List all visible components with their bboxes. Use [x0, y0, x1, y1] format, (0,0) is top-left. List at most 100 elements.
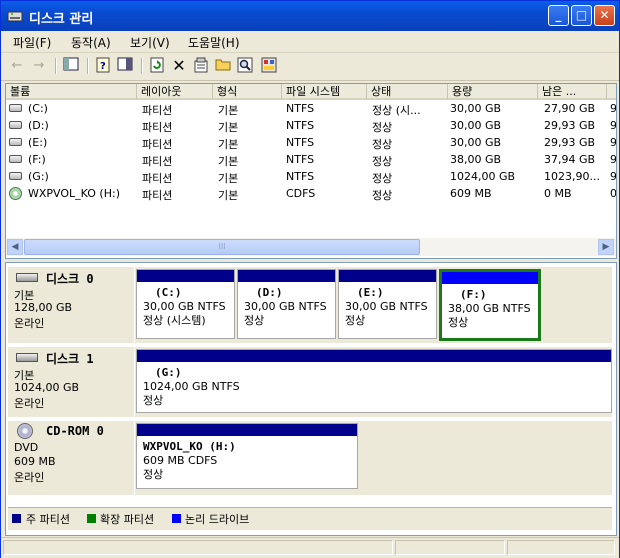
volume-g[interactable]: (G:) 1024,00 GB NTFS 정상	[136, 349, 612, 413]
volume-details: (E:) 30,00 GB NTFS 정상	[345, 286, 434, 328]
partition-bar	[137, 270, 234, 282]
scroll-thumb[interactable]: III	[24, 239, 420, 255]
volume-label: (C:)	[155, 286, 182, 299]
volume-label: WXPVOL_KO (H:)	[143, 440, 236, 453]
status-cell-tertiary	[507, 540, 615, 555]
help-icon[interactable]: ?	[93, 57, 113, 75]
cell-filesystem: NTFS	[286, 170, 315, 183]
column-header-free-space[interactable]: 남은 ...	[538, 84, 607, 100]
cell-status: 정상	[372, 172, 393, 185]
disk-graphical-view: 디스크 0 기본 128,00 GB 온라인 (C:) 30,00 GB NTF…	[5, 262, 617, 536]
disk-state: 온라인	[14, 397, 45, 410]
cell-capacity: 38,00 GB	[450, 153, 502, 166]
back-arrow-icon[interactable]: ←	[7, 57, 27, 75]
title-bar[interactable]: 디스크 관리 _ □ ✕	[1, 1, 619, 31]
close-button[interactable]: ✕	[594, 5, 615, 26]
menu-view[interactable]: 보기(V)	[130, 34, 170, 51]
cell-type: 기본	[218, 189, 239, 202]
volume-h[interactable]: WXPVOL_KO (H:) 609 MB CDFS 정상	[136, 423, 358, 489]
cell-layout: 파티션	[142, 138, 173, 151]
scroll-left-button[interactable]: ◀	[7, 239, 23, 255]
disk-info-panel[interactable]: 디스크 1 기본 1024,00 GB 온라인	[8, 347, 135, 417]
cell-capacity: 30,00 GB	[450, 119, 502, 132]
legend-swatch-extended	[87, 514, 96, 523]
column-header-filesystem[interactable]: 파일 시스템	[282, 84, 367, 100]
cell-volume: (D:)	[28, 119, 49, 132]
volume-details: (F:) 38,00 GB NTFS 정상	[448, 288, 536, 330]
menu-help[interactable]: 도움말(H)	[188, 34, 240, 51]
disk-row-0: 디스크 0 기본 128,00 GB 온라인 (C:) 30,00 GB NTF…	[8, 267, 612, 343]
column-header-overflow[interactable]	[607, 84, 616, 100]
volume-size-fs: 30,00 GB NTFS	[345, 300, 428, 313]
legend-swatch-logical	[172, 514, 181, 523]
volume-e[interactable]: (E:) 30,00 GB NTFS 정상	[338, 269, 437, 339]
column-header-status[interactable]: 상태	[367, 84, 448, 100]
volume-status: 정상 (시스템)	[143, 314, 206, 327]
cell-status: 정상 (시...	[372, 104, 421, 117]
open-folder-icon[interactable]	[213, 57, 233, 75]
maximize-button[interactable]: □	[571, 5, 592, 26]
cell-overflow: 0	[610, 187, 617, 200]
status-bar	[1, 537, 619, 558]
cell-status: 정상	[372, 121, 393, 134]
cell-filesystem: NTFS	[286, 136, 315, 149]
export-icon[interactable]	[259, 57, 279, 75]
table-row[interactable]: (G:) 파티션 기본 NTFS 정상 1024,00 GB 1023,90..…	[6, 168, 616, 185]
column-header-capacity[interactable]: 용량	[448, 84, 538, 100]
disk-state: 온라인	[14, 317, 45, 330]
cell-filesystem: NTFS	[286, 153, 315, 166]
minimize-button[interactable]: _	[548, 5, 569, 26]
toolbar-separator	[141, 58, 143, 74]
volume-details: WXPVOL_KO (H:) 609 MB CDFS 정상	[143, 440, 355, 482]
cell-free-space: 29,93 GB	[544, 136, 596, 149]
menu-action[interactable]: 동작(A)	[71, 34, 111, 51]
disk-size: 1024,00 GB	[14, 381, 80, 394]
cell-volume: (E:)	[28, 136, 48, 149]
column-header-layout[interactable]: 레이아웃	[137, 84, 213, 100]
properties-icon[interactable]	[191, 57, 211, 75]
forward-arrow-icon[interactable]: →	[29, 57, 49, 75]
cell-free-space: 29,93 GB	[544, 119, 596, 132]
volume-size-fs: 609 MB CDFS	[143, 454, 218, 467]
volume-label: (F:)	[460, 288, 487, 301]
scroll-right-button[interactable]: ▶	[598, 239, 614, 255]
cell-overflow: 9	[610, 153, 617, 166]
disk-info-panel[interactable]: CD-ROM 0 DVD 609 MB 온라인	[8, 421, 135, 495]
toolbar-separator	[55, 58, 57, 74]
table-row[interactable]: (F:) 파티션 기본 NTFS 정상 38,00 GB 37,94 GB 9	[6, 151, 616, 168]
legend-label-primary: 주 파티션	[26, 513, 70, 526]
refresh-icon[interactable]	[147, 57, 167, 75]
cd-rom-icon	[17, 423, 33, 439]
table-row[interactable]: (D:) 파티션 기본 NTFS 정상 30,00 GB 29,93 GB 9	[6, 117, 616, 134]
volume-status: 정상	[143, 394, 164, 407]
volume-f-selected[interactable]: (F:) 38,00 GB NTFS 정상	[439, 269, 541, 341]
volume-label: (E:)	[357, 286, 384, 299]
search-icon[interactable]	[235, 57, 255, 75]
volume-label: (G:)	[155, 366, 182, 379]
legend-label-logical: 논리 드라이브	[185, 513, 250, 526]
maximize-icon: □	[575, 8, 588, 22]
disk-size: 128,00 GB	[14, 301, 73, 314]
delete-icon[interactable]: ✕	[169, 57, 189, 75]
cell-capacity: 30,00 GB	[450, 102, 502, 115]
partition-bar	[238, 270, 335, 282]
cell-type: 기본	[218, 172, 239, 185]
menu-bar: 파일(F) 동작(A) 보기(V) 도움말(H)	[1, 31, 619, 53]
disk-info-panel[interactable]: 디스크 0 기본 128,00 GB 온라인	[8, 267, 135, 343]
cell-type: 기본	[218, 104, 239, 117]
chevron-right-icon: ▶	[602, 242, 610, 252]
menu-file[interactable]: 파일(F)	[13, 34, 51, 51]
properties-pane-icon[interactable]	[115, 57, 135, 75]
column-header-type[interactable]: 형식	[213, 84, 282, 100]
volume-c[interactable]: (C:) 30,00 GB NTFS 정상 (시스템)	[136, 269, 235, 339]
svg-text:?: ?	[100, 61, 106, 72]
horizontal-scrollbar[interactable]: ◀ III ▶	[6, 238, 616, 256]
volume-size-fs: 30,00 GB NTFS	[143, 300, 226, 313]
table-row[interactable]: (E:) 파티션 기본 NTFS 정상 30,00 GB 29,93 GB 9	[6, 134, 616, 151]
column-header-volume[interactable]: 볼륨	[6, 84, 137, 100]
show-hide-console-tree-icon[interactable]	[61, 57, 81, 75]
cell-volume: WXPVOL_KO (H:)	[28, 187, 120, 200]
volume-d[interactable]: (D:) 30,00 GB NTFS 정상	[237, 269, 336, 339]
table-row[interactable]: WXPVOL_KO (H:) 파티션 기본 CDFS 정상 609 MB 0 M…	[6, 185, 616, 202]
table-row[interactable]: (C:) 파티션 기본 NTFS 정상 (시... 30,00 GB 27,90…	[6, 100, 616, 117]
